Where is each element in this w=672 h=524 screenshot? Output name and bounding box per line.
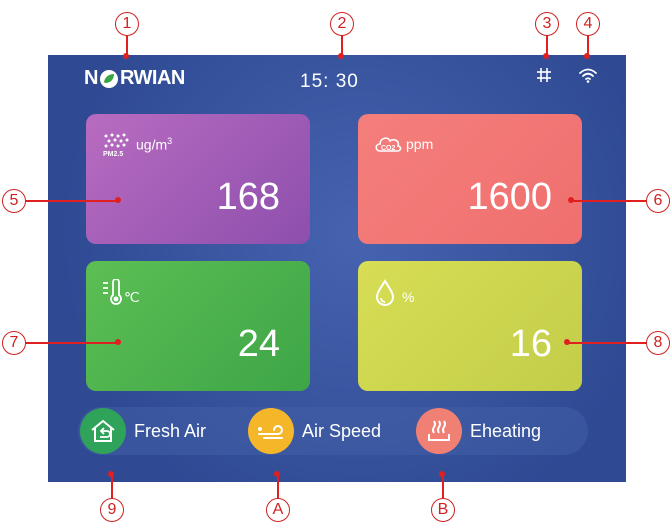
brand-logo: N RWIAN [84, 67, 185, 89]
air-speed-label: Air Speed [302, 420, 382, 441]
mode-bar: Fresh Air Air Speed Eheating [78, 407, 588, 455]
callout-8-line [568, 342, 648, 344]
fresh-air-label: Fresh Air [134, 420, 207, 441]
callout-8-dot [564, 339, 570, 345]
callout-5-dot [115, 197, 121, 203]
clock-time: 15: 30 [300, 71, 359, 92]
callout-A: A [266, 498, 290, 522]
callout-B: B [431, 498, 455, 522]
callout-5: 5 [2, 189, 26, 213]
humidity-card[interactable]: % 16 [358, 261, 582, 391]
air-speed-circle [248, 408, 294, 454]
leaf-logo-icon [99, 69, 118, 88]
pm25-value: 168 [216, 176, 280, 218]
svg-text:CO2: CO2 [381, 145, 396, 152]
callout-3: 3 [535, 12, 559, 36]
callout-4-dot [584, 53, 590, 59]
callout-3-dot [543, 53, 549, 59]
callout-6-dot [568, 197, 574, 203]
fresh-air-button[interactable]: Fresh Air [80, 407, 206, 455]
pm2.5-icon: PM2.5 [103, 133, 129, 158]
callout-5-line [25, 200, 117, 202]
callout-7: 7 [2, 331, 26, 355]
callout-3-line [546, 34, 548, 54]
status-bar: N RWIAN 15: 30 [48, 55, 626, 105]
air-speed-button[interactable]: Air Speed [248, 407, 381, 455]
home-return-icon [91, 419, 115, 442]
co2-value: 1600 [467, 176, 552, 218]
pm25-unit: ug/m3 [136, 136, 173, 153]
callout-1-dot [123, 53, 129, 59]
callout-9: 9 [100, 498, 124, 522]
temperature-card[interactable]: ℃ 24 [86, 261, 310, 391]
callout-2: 2 [330, 12, 354, 36]
wind-icon [258, 425, 283, 439]
thermometer-icon [103, 279, 122, 305]
co2-unit: ppm [406, 136, 434, 152]
callout-6-line [572, 200, 648, 202]
heater-icon [428, 420, 450, 441]
eheating-circle [416, 408, 462, 454]
svg-text:PM2.5: PM2.5 [103, 151, 123, 158]
pm25-card[interactable]: PM2.5 ug/m3 168 [86, 114, 310, 244]
callout-2-dot [338, 53, 344, 59]
callout-4: 4 [576, 12, 600, 36]
callout-1: 1 [115, 12, 139, 36]
temperature-value: 24 [237, 323, 280, 365]
callout-4-line [587, 34, 589, 54]
co2-cloud-icon: CO2 [375, 137, 402, 152]
grid-icon[interactable] [536, 67, 552, 83]
callout-2-line [341, 34, 343, 54]
eheating-button[interactable]: Eheating [416, 407, 541, 455]
co2-card[interactable]: CO2 ppm 1600 [358, 114, 582, 244]
callout-1-line [126, 34, 128, 54]
water-drop-icon [375, 279, 395, 306]
fresh-air-circle [80, 408, 126, 454]
callout-6: 6 [646, 189, 670, 213]
eheating-label: Eheating [470, 420, 542, 441]
temperature-unit: ℃ [124, 289, 140, 305]
callout-7-line [25, 342, 117, 344]
callout-8: 8 [646, 331, 670, 355]
humidity-unit: % [402, 289, 415, 305]
wifi-icon[interactable] [578, 67, 598, 83]
callout-7-dot [115, 339, 121, 345]
device-screen: N RWIAN 15: 30 PM2.5 ug/m3 168 CO2 ppm 1… [48, 55, 626, 482]
humidity-value: 16 [509, 323, 552, 365]
